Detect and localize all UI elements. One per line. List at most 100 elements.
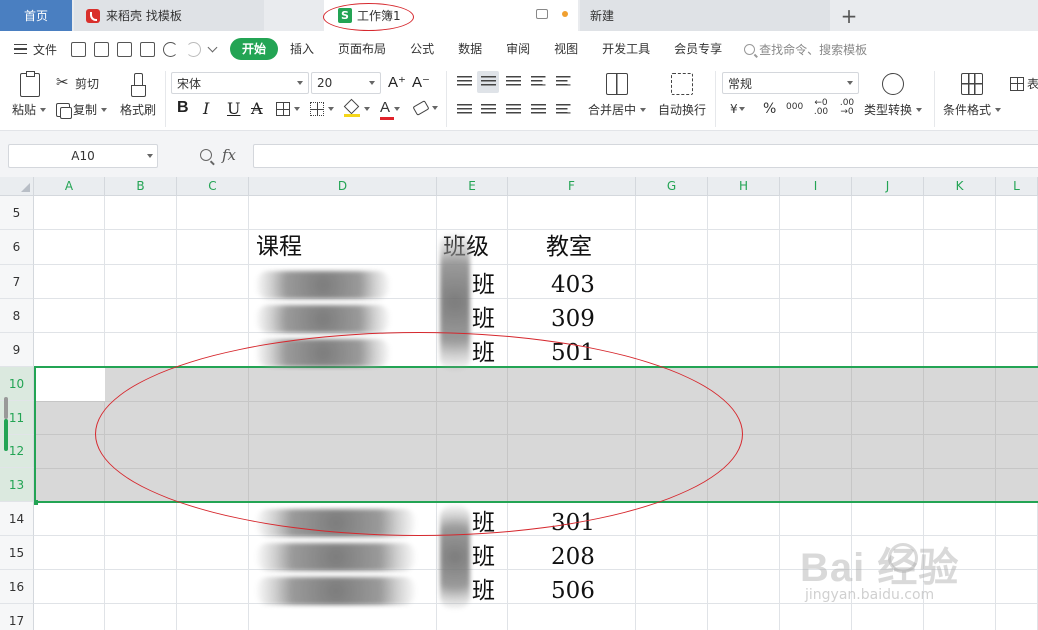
increase-indent-button[interactable] [552, 71, 574, 93]
align-top-button[interactable] [453, 71, 475, 93]
tab-member[interactable]: 会员专享 [662, 38, 734, 60]
cell-f9[interactable]: 501 [551, 336, 595, 370]
row-header-10[interactable]: 10 [0, 367, 34, 401]
decrease-indent-button[interactable] [527, 71, 549, 93]
tab-developer[interactable]: 开发工具 [590, 38, 662, 60]
wrap-text-button[interactable]: 自动换行 [658, 101, 706, 118]
number-format-select[interactable]: 常规 [722, 72, 859, 94]
name-box[interactable]: A10 [8, 144, 158, 168]
row-header-16[interactable]: 16 [0, 570, 34, 604]
distribute-button[interactable] [552, 99, 574, 121]
cell-e9[interactable]: 班 [472, 336, 495, 370]
tab-workbook[interactable]: S 工作簿1 [324, 0, 578, 31]
decrease-decimal-button[interactable]: .00 →0 [836, 99, 858, 117]
tab-daoke[interactable]: 来稻壳 找模板 [74, 0, 264, 31]
select-all-corner[interactable] [0, 177, 34, 196]
zoom-icon[interactable] [200, 149, 212, 161]
cell-f14[interactable]: 301 [551, 506, 595, 540]
export-icon[interactable] [94, 41, 110, 57]
cell-f7[interactable]: 403 [551, 268, 595, 302]
cell-e14[interactable]: 班 [472, 506, 495, 540]
column-header-e[interactable]: E [437, 177, 508, 196]
align-right-button[interactable] [502, 99, 524, 121]
conditional-format-icon[interactable] [961, 73, 983, 95]
paste-button[interactable]: 粘贴 [12, 101, 47, 118]
row-header-17[interactable]: 17 [0, 604, 34, 630]
row-header-6[interactable]: 6 [0, 230, 34, 265]
column-header-i[interactable]: I [780, 177, 852, 196]
cell-f8[interactable]: 309 [551, 302, 595, 336]
tab-review[interactable]: 审阅 [494, 38, 542, 60]
format-painter-icon[interactable] [130, 73, 146, 97]
clear-button[interactable] [412, 100, 438, 116]
monitor-icon[interactable] [536, 9, 548, 19]
convert-icon[interactable] [882, 73, 904, 95]
wrap-text-icon[interactable] [671, 73, 693, 95]
merge-center-button[interactable]: 合并居中 [588, 101, 647, 118]
increase-decimal-button[interactable]: ←0 .00 [810, 99, 832, 117]
font-size-select[interactable]: 20 [311, 72, 381, 94]
merge-center-icon[interactable] [606, 73, 628, 95]
tab-insert[interactable]: 插入 [278, 38, 326, 60]
spreadsheet-grid[interactable]: ABCDEFGHIJKL 567891011121314151617 课程 班级… [0, 177, 1038, 630]
print-preview-icon[interactable] [140, 41, 156, 57]
paste-icon[interactable] [20, 71, 40, 97]
align-left-button[interactable] [453, 99, 475, 121]
cell-e16[interactable]: 班 [472, 574, 495, 608]
cell-f15[interactable]: 208 [551, 540, 595, 574]
column-header-j[interactable]: J [852, 177, 924, 196]
copy-button[interactable]: 复制 [56, 101, 108, 119]
cell-d6[interactable]: 课程 [256, 230, 302, 264]
bold-button[interactable]: B [177, 99, 189, 117]
row-header-15[interactable]: 15 [0, 536, 34, 570]
table-style-button[interactable]: 表 [1010, 75, 1038, 92]
new-tab-button[interactable]: + [836, 0, 862, 31]
thousands-button[interactable]: 000 [786, 103, 803, 112]
cell-e15[interactable]: 班 [472, 540, 495, 574]
column-header-l[interactable]: L [996, 177, 1038, 196]
format-painter-button[interactable]: 格式刷 [120, 101, 156, 118]
shrink-font-button[interactable]: A⁻ [412, 73, 430, 91]
underline-button[interactable]: U [227, 99, 240, 118]
column-header-h[interactable]: H [708, 177, 780, 196]
cell-e7[interactable]: 班 [472, 268, 495, 302]
redo-icon[interactable] [186, 41, 202, 57]
grow-font-button[interactable]: A⁺ [388, 73, 406, 91]
chevron-down-icon[interactable] [207, 42, 218, 52]
font-color-button[interactable]: A [380, 99, 401, 120]
tab-start[interactable]: 开始 [230, 38, 279, 60]
align-middle-button[interactable] [477, 71, 499, 93]
row-header-9[interactable]: 9 [0, 333, 34, 367]
row-header-7[interactable]: 7 [0, 265, 34, 299]
font-name-select[interactable]: 宋体 [171, 72, 309, 94]
column-header-g[interactable]: G [636, 177, 708, 196]
save-icon[interactable] [71, 41, 87, 57]
undo-icon[interactable] [163, 41, 179, 57]
column-header-d[interactable]: D [249, 177, 437, 196]
border-button[interactable] [276, 102, 300, 116]
italic-button[interactable]: I [203, 99, 209, 118]
type-convert-button[interactable]: 类型转换 [864, 101, 923, 118]
justify-button[interactable] [527, 99, 549, 121]
cell-style-button[interactable] [310, 102, 334, 116]
align-center-button[interactable] [477, 99, 499, 121]
tab-page-layout[interactable]: 页面布局 [326, 38, 398, 60]
row-header-5[interactable]: 5 [0, 196, 34, 230]
cut-button[interactable]: 剪切 [56, 73, 99, 92]
cell-f16[interactable]: 506 [551, 574, 595, 608]
cell-e8[interactable]: 班 [472, 302, 495, 336]
conditional-format-button[interactable]: 条件格式 [943, 101, 1002, 118]
column-header-a[interactable]: A [34, 177, 105, 196]
currency-button[interactable]: ¥ [730, 102, 745, 116]
percent-button[interactable]: % [763, 101, 776, 117]
insert-function-button[interactable]: fx [222, 146, 236, 164]
column-header-k[interactable]: K [924, 177, 996, 196]
column-header-c[interactable]: C [177, 177, 249, 196]
cell-f6[interactable]: 教室 [546, 230, 592, 264]
print-icon[interactable] [117, 41, 133, 57]
strikethrough-button[interactable]: A [251, 99, 263, 118]
tab-data[interactable]: 数据 [446, 38, 494, 60]
row-header-14[interactable]: 14 [0, 502, 34, 536]
tab-new[interactable]: 新建 [580, 0, 830, 31]
file-menu[interactable]: 文件 [14, 41, 57, 58]
